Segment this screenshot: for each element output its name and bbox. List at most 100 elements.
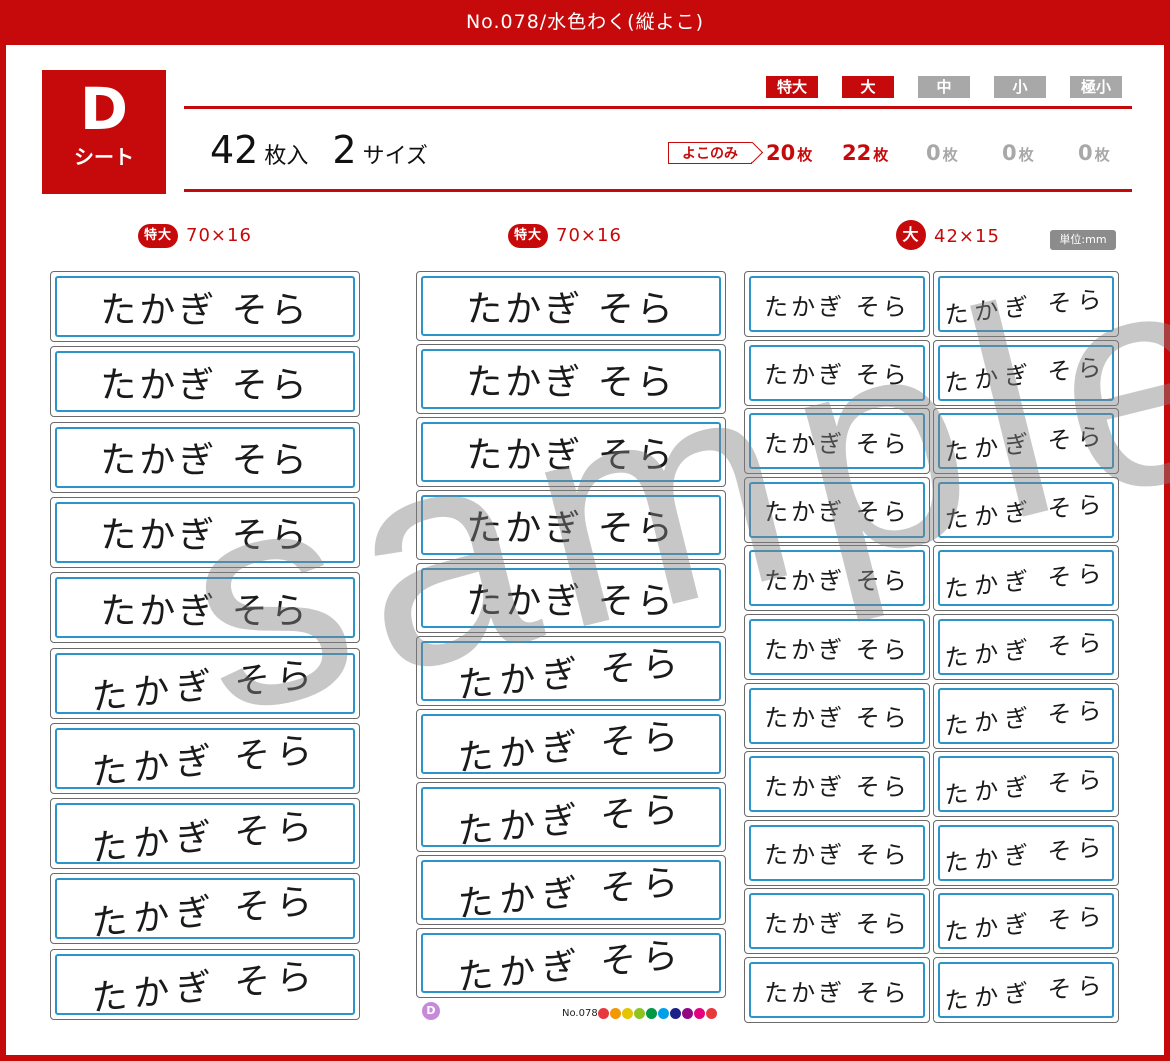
column-size-badge: 特大 [508,224,549,248]
sticker-frame: たかぎ そら [55,577,355,639]
sticker-name-text: たかぎ そら [764,772,910,801]
qty-gokusho: 0枚 [1078,140,1110,168]
sticker-frame: たかぎ そら [55,652,355,714]
name-sticker: たかぎ そら [50,421,360,493]
sticker-frame: たかぎ そら [421,933,721,993]
name-sticker: たかぎ そら [744,545,930,612]
column-header-3: 大 42×15 [896,220,1000,250]
sticker-frame: たかぎ そら [749,276,925,332]
name-sticker: たかぎ そら [50,496,360,568]
brand-letter-dot [634,1008,645,1019]
sticker-name-text: たかぎ そら [944,901,1108,947]
footer-number: No.078 [562,1008,598,1019]
qty-value: 20 [766,141,796,165]
name-sticker: たかぎ そら [416,563,726,633]
sticker-name-text: たかぎ そら [100,364,310,406]
sticker-frame: たかぎ そら [421,787,721,847]
sticker-frame: たかぎ そら [421,641,721,701]
sticker-frame: たかぎ そら [749,687,925,744]
sticker-frame: たかぎ そら [55,501,355,563]
sticker-frame: たかぎ そら [421,860,721,920]
sticker-frame: たかぎ そら [749,619,925,675]
name-sticker: たかぎ そら [744,271,930,337]
sticker-name-text: たかぎ そら [764,498,910,527]
qty-value: 0 [1078,141,1093,165]
name-sticker: たかぎ そら [744,751,930,818]
name-sticker: たかぎ そら [933,476,1119,543]
qty-dai: 22 枚 [842,140,888,168]
name-sticker: たかぎ そら [50,346,360,418]
name-sticker: たかぎ そら [416,928,726,998]
name-sticker: たかぎ そら [50,271,360,342]
divider-top [184,106,1132,109]
sticker-frame: たかぎ そら [421,422,721,482]
count-unit: 枚入 [264,144,309,169]
sticker-name-text: たかぎ そら [764,909,910,938]
name-sticker: たかぎ そら [416,709,726,779]
sticker-frame: たかぎ そら [749,893,925,950]
sticker-name-text: たかぎ そら [764,841,910,870]
name-sticker: たかぎ そら [50,798,360,870]
qty-value: 0 [926,141,941,165]
name-sticker: たかぎ そら [744,614,930,680]
name-sticker: たかぎ そら [933,545,1119,612]
sticker-frame: たかぎ そら [421,276,721,336]
brand-letter-dot [610,1008,621,1019]
sticker-name-text: たかぎ そら [764,361,910,390]
sticker-frame: たかぎ そら [55,727,355,789]
brand-letter-dot [694,1008,705,1019]
sticker-frame: たかぎ そら [938,481,1114,538]
sticker-name-text: たかぎ そら [764,429,910,458]
sticker-name-text: たかぎ そら [944,969,1108,1016]
sticker-frame: たかぎ そら [938,962,1114,1018]
header-title: No.078/水色わく(縦よこ) [0,0,1170,45]
qty-value: 0 [1002,141,1017,165]
sticker-name-text: たかぎ そら [457,861,685,920]
sticker-frame: たかぎ そら [55,803,355,865]
qty-unit: 枚 [873,146,889,164]
sticker-name-text: たかぎ そら [466,508,676,549]
sticker-name-text: たかぎ そら [944,695,1108,741]
name-sticker: たかぎ そら [744,957,930,1023]
name-sticker: たかぎ そら [416,490,726,560]
brand-letter-dot [658,1008,669,1019]
sticker-name-text: たかぎ そら [764,635,910,664]
name-sticker: たかぎ そら [933,751,1119,818]
name-sticker: たかぎ そら [50,647,360,719]
name-sticker: たかぎ そら [50,722,360,794]
sticker-frame: たかぎ そら [749,550,925,607]
sticker-name-text: たかぎ そら [466,581,676,622]
sticker-frame: たかぎ そら [938,687,1114,744]
name-sticker: たかぎ そら [416,344,726,414]
qty-tokudai: 20 枚 [766,140,812,168]
size-badge-chu: 中 [918,76,970,98]
sticker-name-text: たかぎ そら [91,729,319,789]
size-badge-dai: 大 [842,76,894,98]
name-sticker: たかぎ そら [933,339,1119,406]
sticker-name-text: たかぎ そら [91,879,319,940]
sticker-name-text: たかぎ そら [91,654,319,714]
name-sticker: たかぎ そら [416,855,726,925]
qty-sho: 0枚 [1002,140,1034,168]
brand-letter-dot [670,1008,681,1019]
sticker-frame: たかぎ そら [749,962,925,1018]
column-size-badge: 大 [896,220,926,250]
size-badge-tokudai: 特大 [766,76,818,98]
name-sticker: たかぎ そら [933,271,1119,337]
sticker-name-text: たかぎ そら [466,435,676,476]
name-sticker: たかぎ そら [933,614,1119,680]
sheet-letter: D [79,75,129,143]
qty-unit: 枚 [942,146,958,164]
sticker-frame: たかぎ そら [938,893,1114,950]
sticker-name-text: たかぎ そら [100,515,310,557]
sticker-name-text: たかぎ そら [100,440,310,482]
sticker-frame: たかぎ そら [749,481,925,538]
name-sticker: たかぎ そら [933,957,1119,1023]
column-size-badge: 特大 [138,224,179,248]
qty-unit: 枚 [1094,146,1110,164]
brand-letter-dot [598,1008,609,1019]
brand-letter-dot [622,1008,633,1019]
size-badge-sho: 小 [994,76,1046,98]
sticker-name-text: たかぎ そら [944,489,1108,535]
column-dims: 42×15 [934,226,1000,247]
